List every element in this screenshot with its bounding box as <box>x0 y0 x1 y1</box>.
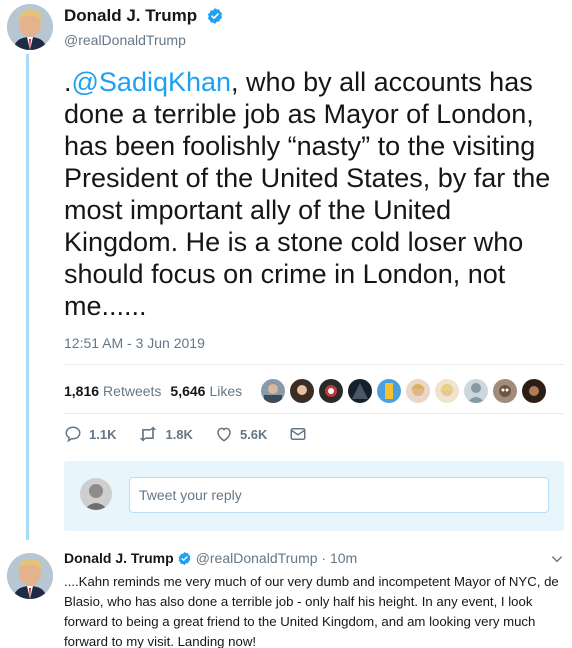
retweet-button[interactable]: 1.8K <box>138 425 193 443</box>
second-tweet-author-avatar[interactable] <box>7 553 53 599</box>
author-handle[interactable]: @realDonaldTrump <box>64 32 224 48</box>
tweet-actions: 1.1K 1.8K 5.6K <box>64 425 336 443</box>
liker-avatars <box>261 379 551 403</box>
liker-avatar[interactable] <box>377 379 402 403</box>
tweet-text-body: , who by all accounts has done a terribl… <box>64 67 551 321</box>
tweet-timestamp[interactable]: 12:51 AM - 3 Jun 2019 <box>64 335 205 351</box>
retweet-count: 1.8K <box>165 426 193 442</box>
retweets-count[interactable]: 1,816 <box>64 383 99 399</box>
likes-label[interactable]: Likes <box>209 383 242 399</box>
like-icon <box>217 427 231 442</box>
author-display-name[interactable]: Donald J. Trump <box>64 6 197 26</box>
second-tweet-display-name[interactable]: Donald J. Trump <box>64 550 174 566</box>
retweet-icon <box>140 426 157 442</box>
tweet-text-prefix: . <box>64 67 72 97</box>
liker-avatar[interactable] <box>290 379 315 403</box>
reply-count: 1.1K <box>89 426 117 442</box>
second-tweet-header: Donald J. Trump @realDonaldTrump · 10m <box>64 550 357 566</box>
reply-button[interactable]: 1.1K <box>64 425 116 443</box>
like-count: 5.6K <box>239 426 268 442</box>
current-user-avatar[interactable] <box>80 478 112 510</box>
liker-avatar[interactable] <box>261 379 286 403</box>
engagement-stats: 1,816 Retweets 5,646 Likes <box>64 376 551 406</box>
direct-message-button[interactable] <box>289 425 314 443</box>
tweet-text: .@SadiqKhan, who by all accounts has don… <box>64 66 564 322</box>
author-avatar[interactable] <box>7 4 53 50</box>
verified-badge-icon <box>207 8 222 24</box>
divider <box>64 413 564 414</box>
liker-avatar[interactable] <box>464 379 489 403</box>
chevron-down-icon[interactable] <box>550 552 564 566</box>
retweets-label[interactable]: Retweets <box>103 383 161 399</box>
reply-input[interactable] <box>129 477 549 513</box>
likes-count[interactable]: 5,646 <box>170 383 205 399</box>
verified-badge-icon <box>178 551 191 565</box>
liker-avatar[interactable] <box>406 379 431 403</box>
liker-avatar[interactable] <box>348 379 373 403</box>
direct-message-icon <box>290 428 306 440</box>
liker-avatar[interactable] <box>522 379 547 403</box>
divider <box>64 364 564 365</box>
second-tweet-handle-time[interactable]: @realDonaldTrump · 10m <box>196 550 358 566</box>
like-button[interactable]: 5.6K <box>215 425 267 443</box>
author-name-block: Donald J. Trump @realDonaldTrump <box>64 6 224 48</box>
second-tweet-text: ....Kahn reminds me very much of our ver… <box>64 574 559 648</box>
thread-connector-line <box>26 54 29 540</box>
liker-avatar[interactable] <box>319 379 344 403</box>
reply-composer <box>64 461 564 531</box>
mention-link[interactable]: @SadiqKhan <box>72 67 232 97</box>
reply-icon <box>65 426 81 443</box>
liker-avatar[interactable] <box>493 379 518 403</box>
liker-avatar[interactable] <box>435 379 460 403</box>
